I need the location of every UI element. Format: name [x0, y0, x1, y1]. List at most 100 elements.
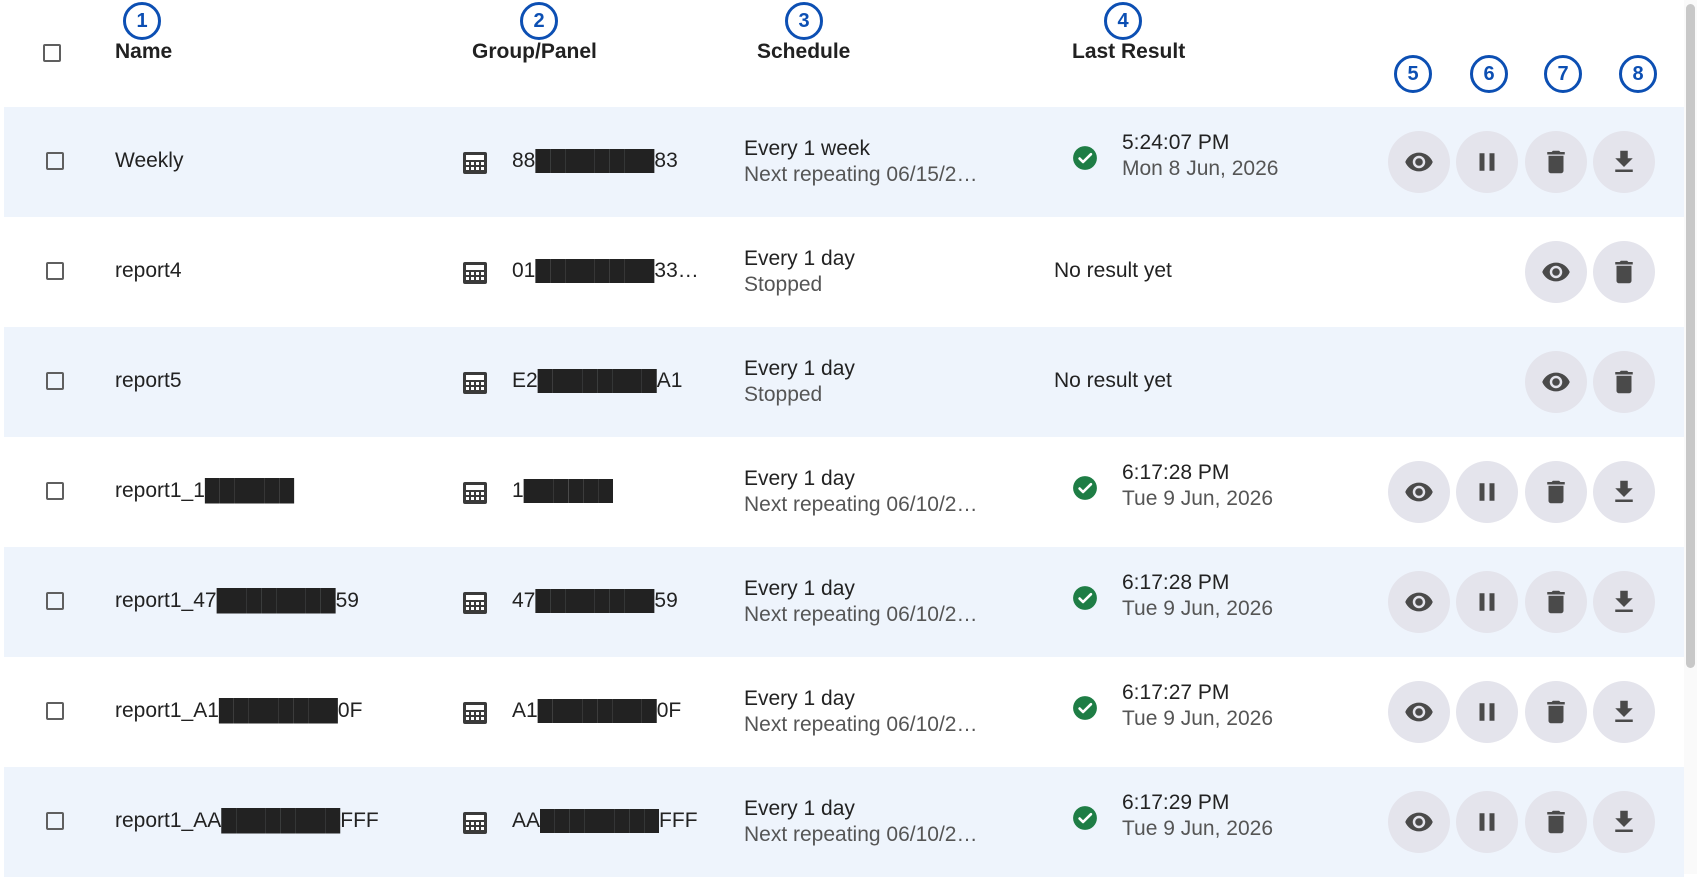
row-checkbox[interactable] [46, 482, 64, 500]
result-time: 6:17:28 PM [1122, 461, 1230, 484]
schedule-cell: Every 1 day Next repeating 06/10/2… [744, 467, 1004, 517]
table-row[interactable]: report1_1██████ 1██████ Every 1 day Next re… [4, 437, 1684, 547]
pause-icon [1472, 477, 1502, 507]
eye-icon [1404, 587, 1434, 617]
pause-button[interactable] [1456, 461, 1518, 523]
row-checkbox[interactable] [46, 262, 64, 280]
eye-icon [1404, 807, 1434, 837]
schedule-frequency: Every 1 day [744, 577, 855, 600]
view-button[interactable] [1388, 571, 1450, 633]
last-result: 6:17:29 PM Tue 9 Jun, 2026 [1122, 791, 1273, 841]
group-panel-value: 88████████83 [512, 149, 678, 172]
download-button[interactable] [1593, 791, 1655, 853]
row-checkbox[interactable] [46, 372, 64, 390]
check-circle-icon [1072, 805, 1098, 831]
trash-icon [1541, 807, 1571, 837]
pause-button[interactable] [1456, 791, 1518, 853]
schedule-next: Next repeating 06/10/2… [744, 603, 978, 626]
calculator-icon [462, 701, 488, 725]
view-button[interactable] [1388, 131, 1450, 193]
download-button[interactable] [1593, 461, 1655, 523]
row-checkbox[interactable] [46, 812, 64, 830]
table-row[interactable]: report5 E2████████A1 Every 1 day Stopped No … [4, 327, 1684, 437]
vertical-scrollbar[interactable] [1684, 0, 1697, 874]
callout-badge-3: 3 [785, 2, 823, 40]
delete-button[interactable] [1525, 461, 1587, 523]
schedule-next: Stopped [744, 383, 823, 406]
last-result: 6:17:28 PM Tue 9 Jun, 2026 [1122, 461, 1273, 511]
calculator-icon [462, 371, 488, 395]
group-panel-value: 1██████ [512, 479, 613, 502]
trash-icon [1541, 147, 1571, 177]
view-button[interactable] [1525, 351, 1587, 413]
report-name: report4 [115, 259, 182, 282]
calculator-icon [462, 591, 488, 615]
view-button[interactable] [1388, 461, 1450, 523]
schedule-frequency: Every 1 day [744, 797, 855, 820]
table-row[interactable]: report1_47████████59 47████████59 Every 1 … [4, 547, 1684, 657]
schedule-cell: Every 1 day Stopped [744, 247, 1004, 297]
schedule-next: Next repeating 06/10/2… [744, 713, 978, 736]
view-button[interactable] [1388, 791, 1450, 853]
view-button[interactable] [1388, 681, 1450, 743]
pause-button[interactable] [1456, 681, 1518, 743]
scrollbar-thumb[interactable] [1686, 4, 1695, 668]
delete-button[interactable] [1525, 131, 1587, 193]
report-table: Name Group/Panel Schedule Last Result 1 … [0, 0, 1697, 877]
callout-badge-7: 7 [1544, 55, 1582, 93]
result-date: Tue 9 Jun, 2026 [1122, 817, 1273, 840]
table-row[interactable]: Weekly 88████████83 Every 1 week Next repea… [4, 107, 1684, 217]
download-icon [1609, 587, 1639, 617]
last-result: 5:24:07 PM Mon 8 Jun, 2026 [1122, 131, 1278, 181]
delete-button[interactable] [1525, 571, 1587, 633]
table-row[interactable]: report1_A1████████0F A1████████0F Every 1 … [4, 657, 1684, 767]
group-panel-value: E2████████A1 [512, 369, 683, 392]
schedule-next: Next repeating 06/15/2… [744, 163, 978, 186]
column-header-last-result[interactable]: Last Result [1072, 40, 1185, 64]
delete-button[interactable] [1525, 681, 1587, 743]
callout-badge-8: 8 [1619, 55, 1657, 93]
callout-badge-1: 1 [123, 2, 161, 40]
check-circle-icon [1072, 475, 1098, 501]
download-button[interactable] [1593, 681, 1655, 743]
column-header-name[interactable]: Name [115, 40, 172, 64]
pause-icon [1472, 697, 1502, 727]
schedule-cell: Every 1 week Next repeating 06/15/2… [744, 137, 1004, 187]
pause-icon [1472, 587, 1502, 617]
schedule-cell: Every 1 day Next repeating 06/10/2… [744, 687, 1004, 737]
result-date: Tue 9 Jun, 2026 [1122, 597, 1273, 620]
trash-icon [1609, 257, 1639, 287]
row-checkbox[interactable] [46, 702, 64, 720]
download-button[interactable] [1593, 571, 1655, 633]
schedule-next: Next repeating 06/10/2… [744, 823, 978, 846]
view-button[interactable] [1525, 241, 1587, 303]
column-header-schedule[interactable]: Schedule [757, 40, 850, 64]
schedule-cell: Every 1 day Next repeating 06/10/2… [744, 797, 1004, 847]
download-icon [1609, 477, 1639, 507]
trash-icon [1541, 477, 1571, 507]
pause-button[interactable] [1456, 571, 1518, 633]
row-checkbox[interactable] [46, 592, 64, 610]
eye-icon [1404, 147, 1434, 177]
callout-badge-2: 2 [520, 2, 558, 40]
table-row[interactable]: report1_AA████████FFF AA████████FFF Every … [4, 767, 1684, 877]
callout-badge-5: 5 [1394, 55, 1432, 93]
check-circle-icon [1072, 585, 1098, 611]
table-row[interactable]: report4 01████████333… Every 1 day Stopped N… [4, 217, 1684, 327]
report-name: report1_47████████59 [115, 589, 359, 612]
schedule-cell: Every 1 day Stopped [744, 357, 1004, 407]
eye-icon [1404, 697, 1434, 727]
report-name: report1_1██████ [115, 479, 295, 502]
trash-icon [1541, 697, 1571, 727]
result-time: 6:17:29 PM [1122, 791, 1230, 814]
pause-button[interactable] [1456, 131, 1518, 193]
delete-button[interactable] [1525, 791, 1587, 853]
download-button[interactable] [1593, 131, 1655, 193]
column-header-group[interactable]: Group/Panel [472, 40, 597, 64]
no-result-text: No result yet [1054, 259, 1172, 282]
row-checkbox[interactable] [46, 152, 64, 170]
result-time: 6:17:27 PM [1122, 681, 1230, 704]
select-all-checkbox[interactable] [43, 44, 61, 62]
delete-button[interactable] [1593, 351, 1655, 413]
delete-button[interactable] [1593, 241, 1655, 303]
